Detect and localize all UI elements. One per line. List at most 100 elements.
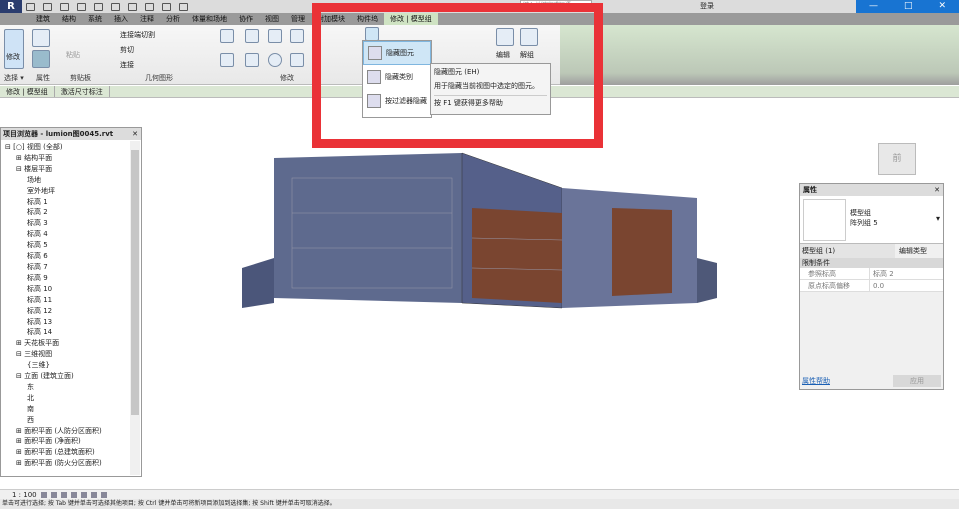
- tree-item[interactable]: 标高 12: [1, 306, 141, 317]
- crop-icon[interactable]: [90, 491, 97, 498]
- minimize-button[interactable]: —: [869, 0, 878, 13]
- project-browser: 项目浏览器 - lumion图0045.rvt ✕ ⊟ [○] 视图 (全部) ⊞ …: [0, 127, 142, 477]
- tree-item[interactable]: 标高 3: [1, 218, 141, 229]
- type-selector[interactable]: 模型组 阵列组 5 ▾: [800, 196, 943, 244]
- menu-item-hide-by-filter[interactable]: 按过滤器隐藏: [363, 89, 431, 113]
- tree-item[interactable]: ⊟ 楼层平面: [1, 164, 141, 175]
- tree-item[interactable]: {三维}: [1, 360, 141, 371]
- offset-icon[interactable]: [245, 29, 259, 43]
- tab-3[interactable]: 插入: [108, 13, 134, 25]
- tree-item[interactable]: ⊞ 面积平面 (防火分区面积): [1, 458, 141, 469]
- tree-item[interactable]: 标高 9: [1, 273, 141, 284]
- browser-scroll-thumb[interactable]: [131, 150, 139, 415]
- measure-icon[interactable]: [128, 2, 137, 11]
- tab-2[interactable]: 系统: [82, 13, 108, 25]
- detail-level-icon[interactable]: [40, 491, 47, 498]
- tab-0[interactable]: 建筑: [30, 13, 56, 25]
- save-icon[interactable]: [43, 2, 52, 11]
- tree-item[interactable]: ⊟ [○] 视图 (全部): [1, 142, 141, 153]
- tree-item[interactable]: 标高 1: [1, 197, 141, 208]
- instance-filter-dropdown[interactable]: 模型组 (1): [800, 244, 895, 258]
- mirror-draw-icon[interactable]: [290, 29, 304, 43]
- tree-item[interactable]: 标高 10: [1, 284, 141, 295]
- tree-item[interactable]: 标高 4: [1, 229, 141, 240]
- tree-item[interactable]: 室外地坪: [1, 186, 141, 197]
- text-icon[interactable]: [145, 2, 154, 11]
- tree-item[interactable]: 场地: [1, 175, 141, 186]
- edit-type-button[interactable]: 编辑类型: [895, 244, 927, 258]
- type-properties-button[interactable]: [32, 50, 50, 68]
- sync-icon[interactable]: [60, 2, 69, 11]
- login-button[interactable]: 登录: [700, 0, 714, 12]
- shadows-icon[interactable]: [70, 491, 77, 498]
- tab-8[interactable]: 视图: [259, 13, 285, 25]
- cut-button[interactable]: 剪切: [120, 45, 134, 55]
- constraints-section[interactable]: 限制条件: [800, 258, 943, 268]
- tree-item[interactable]: 北: [1, 393, 141, 404]
- tree-item[interactable]: 标高 14: [1, 327, 141, 338]
- tab-1[interactable]: 结构: [56, 13, 82, 25]
- property-value[interactable]: 0.0: [870, 280, 884, 291]
- mirror-axis-icon[interactable]: [268, 29, 282, 43]
- menu-item-label: 隐藏图元: [386, 49, 414, 57]
- maximize-button[interactable]: □: [904, 0, 913, 13]
- temporary-hide-icon[interactable]: [100, 491, 107, 498]
- tab-4[interactable]: 注释: [134, 13, 160, 25]
- tree-item[interactable]: ⊞ 面积平面 (总建筑面积): [1, 447, 141, 458]
- menu-item-hide-elements[interactable]: 隐藏图元: [363, 41, 431, 65]
- property-row: 原点标高偏移 0.0: [800, 280, 943, 292]
- tree-item[interactable]: ⊞ 面积平面 (人防分区面积): [1, 426, 141, 437]
- join-button[interactable]: 连接: [120, 60, 134, 70]
- revit-logo[interactable]: R: [0, 0, 22, 13]
- undo-icon[interactable]: [77, 2, 86, 11]
- apply-button[interactable]: 应用: [893, 375, 941, 387]
- tab-7[interactable]: 协作: [233, 13, 259, 25]
- visual-style-icon[interactable]: [50, 491, 57, 498]
- properties-button[interactable]: [32, 29, 50, 47]
- tab-6[interactable]: 体量和场地: [186, 13, 233, 25]
- copy-icon[interactable]: [245, 53, 259, 67]
- tree-item[interactable]: ⊞ 天花板平面: [1, 338, 141, 349]
- trim-icon[interactable]: [290, 53, 304, 67]
- panel-select-label[interactable]: 选择 ▾: [4, 73, 24, 83]
- close-icon[interactable]: ✕: [934, 184, 940, 196]
- tree-item[interactable]: 标高 11: [1, 295, 141, 306]
- 3d-view-icon[interactable]: [162, 2, 171, 11]
- move-icon[interactable]: [220, 53, 234, 67]
- menu-item-hide-category[interactable]: 隐藏类别: [363, 65, 431, 89]
- tree-item[interactable]: ⊟ 三维视图: [1, 349, 141, 360]
- align-icon[interactable]: [220, 29, 234, 43]
- tree-item[interactable]: 南: [1, 404, 141, 415]
- activate-dimensions-button[interactable]: 激活尺寸标注: [55, 86, 110, 97]
- open-icon[interactable]: [26, 2, 35, 11]
- tree-item[interactable]: ⊞ 结构平面: [1, 153, 141, 164]
- sun-path-icon[interactable]: [60, 491, 67, 498]
- close-button[interactable]: ✕: [938, 0, 946, 13]
- tree-item[interactable]: 标高 5: [1, 240, 141, 251]
- hide-category-icon: [367, 70, 381, 84]
- rotate-icon[interactable]: [268, 53, 282, 67]
- tree-item[interactable]: ⊞ 面积平面 (净面积): [1, 436, 141, 447]
- tree-item[interactable]: 标高 6: [1, 251, 141, 262]
- tree-item[interactable]: 西: [1, 415, 141, 426]
- cope-button[interactable]: 连接端切割: [120, 30, 155, 40]
- tree-item[interactable]: 标高 7: [1, 262, 141, 273]
- modify-button[interactable]: [4, 29, 24, 69]
- properties-help-link[interactable]: 属性帮助: [802, 375, 830, 387]
- tab-9[interactable]: 管理: [285, 13, 311, 25]
- paste-button[interactable]: 粘贴: [66, 50, 80, 60]
- redo-icon[interactable]: [94, 2, 103, 11]
- view-scale[interactable]: 1 : 100: [12, 490, 37, 500]
- close-hidden-icon[interactable]: [179, 2, 188, 11]
- tree-item[interactable]: 东: [1, 382, 141, 393]
- tree-item[interactable]: 标高 13: [1, 317, 141, 328]
- tree-item[interactable]: ⊟ 立面 (建筑立面): [1, 371, 141, 382]
- property-value[interactable]: 标高 2: [870, 268, 894, 279]
- window-controls: — □ ✕: [856, 0, 959, 13]
- tree-item[interactable]: 标高 2: [1, 207, 141, 218]
- print-icon[interactable]: [111, 2, 120, 11]
- tab-5[interactable]: 分析: [160, 13, 186, 25]
- viewcube[interactable]: 前: [878, 143, 916, 175]
- render-icon[interactable]: [80, 491, 87, 498]
- close-icon[interactable]: ✕: [132, 128, 138, 140]
